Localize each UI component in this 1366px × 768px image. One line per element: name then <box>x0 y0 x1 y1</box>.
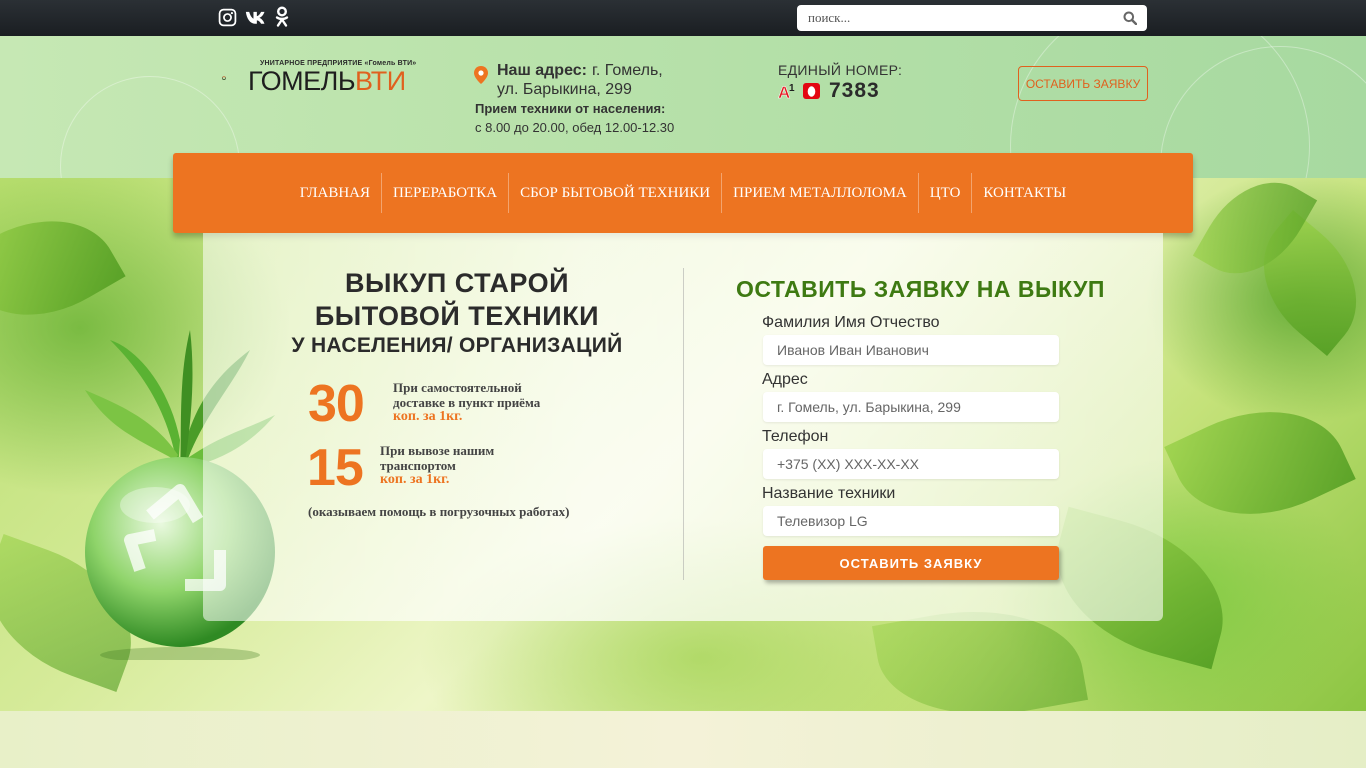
operator-icons: A 1 <box>778 83 820 100</box>
location-pin-icon <box>474 66 488 84</box>
a1-icon: A 1 <box>778 83 795 100</box>
search-input[interactable] <box>797 5 1117 31</box>
price-self-delivery-text: При самостоятельной доставке в пункт при… <box>393 380 541 410</box>
phone-input[interactable] <box>763 449 1059 479</box>
address-city: г. Гомель, <box>592 62 663 79</box>
price-self-delivery-unit: коп. за 1кг. <box>393 409 463 424</box>
price-pickup-unit: коп. за 1кг. <box>380 472 450 487</box>
address-field-label: Адрес <box>762 371 808 388</box>
nav-item-cto[interactable]: ЦТО <box>917 173 972 213</box>
main-nav: ГЛАВНАЯ ПЕРЕРАБОТКА СБОР БЫТОВОЙ ТЕХНИКИ… <box>173 153 1193 233</box>
fullname-input[interactable] <box>763 335 1059 365</box>
address-street: ул. Барыкина, 299 <box>497 81 632 98</box>
price-pickup: 15 <box>307 439 364 497</box>
offer-title-line1: ВЫКУП СТАРОЙ <box>345 268 569 298</box>
address-label: Наш адрес: <box>497 62 587 79</box>
offer-subtitle: У НАСЕЛЕНИЯ/ ОРГАНИЗАЦИЙ <box>291 334 623 357</box>
price-pickup-text: При вывозе нашим транспортом <box>380 443 495 473</box>
offer-title-line2: БЫТОВОЙ ТЕХНИКИ <box>314 301 600 331</box>
price-self-delivery: 30 <box>308 375 365 433</box>
appliance-name-input[interactable] <box>763 506 1059 536</box>
header-request-button[interactable]: ОСТАВИТЬ ЗАЯВКУ <box>1018 66 1148 101</box>
address-input[interactable] <box>763 392 1059 422</box>
phone-label: ЕДИНЫЙ НОМЕР: <box>778 62 903 78</box>
svg-text:1: 1 <box>789 83 795 94</box>
top-bar <box>0 0 1366 36</box>
mts-icon <box>803 83 820 99</box>
search-box <box>797 5 1147 31</box>
vk-icon[interactable] <box>245 6 267 28</box>
logo-mark <box>222 76 226 80</box>
instagram-icon[interactable] <box>216 6 238 28</box>
phone-field-label: Телефон <box>762 428 829 445</box>
phone-number[interactable]: 7383 <box>829 79 880 103</box>
nav-item-appliance-collection[interactable]: СБОР БЫТОВОЙ ТЕХНИКИ <box>508 173 721 213</box>
search-icon[interactable] <box>1121 9 1139 27</box>
hours-value: с 8.00 до 20.00, обед 12.00-12.30 <box>475 120 675 135</box>
loading-help-note: (оказываем помощь в погрузочных работах) <box>308 504 570 519</box>
nav-item-scrap-metal[interactable]: ПРИЕМ МЕТАЛЛОЛОМА <box>721 173 918 213</box>
form-title: ОСТАВИТЬ ЗАЯВКУ НА ВЫКУП <box>736 276 1105 302</box>
panel-divider <box>683 268 684 580</box>
page-bottom-strip <box>0 711 1366 768</box>
hours-label: Прием техники от населения: <box>475 101 666 116</box>
odnoklassniki-icon[interactable] <box>271 6 293 28</box>
submit-request-button[interactable]: ОСТАВИТЬ ЗАЯВКУ <box>763 546 1059 580</box>
logo-main-text: ГОМЕЛЬВТИ <box>248 66 406 96</box>
nav-item-home[interactable]: ГЛАВНАЯ <box>289 173 381 213</box>
fullname-label: Фамилия Имя Отчество <box>762 314 940 331</box>
appliance-name-label: Название техники <box>762 485 896 502</box>
nav-item-contacts[interactable]: КОНТАКТЫ <box>971 173 1077 213</box>
nav-item-recycling[interactable]: ПЕРЕРАБОТКА <box>381 173 508 213</box>
